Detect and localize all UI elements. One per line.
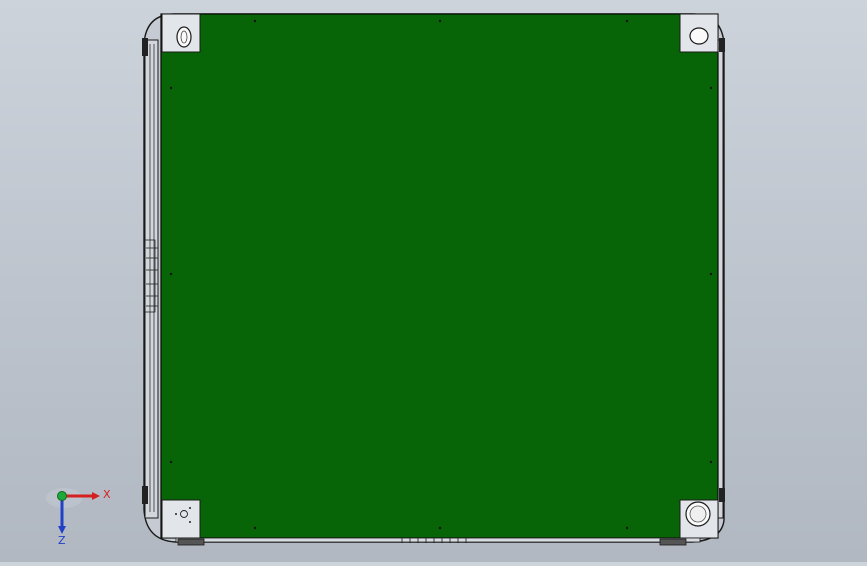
bottom-connector-strip [175, 537, 701, 546]
z-axis-label: Z [58, 534, 66, 547]
x-axis-arrowhead [92, 492, 100, 500]
cad-viewport[interactable] [0, 0, 867, 562]
y-axis-dot [57, 491, 67, 501]
corner-bracket-top-left [161, 13, 201, 53]
left-clip-bottom [142, 486, 148, 504]
left-clip-top [142, 38, 148, 56]
corner-bracket-bottom-right [679, 499, 719, 539]
z-axis-arrowhead [58, 526, 66, 534]
reference-triad[interactable]: X Y Z [40, 478, 120, 548]
corner-bracket-top-right [679, 13, 719, 53]
x-axis-label: X [103, 488, 111, 501]
model-view[interactable] [0, 0, 867, 562]
right-clip-top [719, 38, 725, 52]
right-clip-bottom [719, 488, 725, 502]
green-board [160, 13, 719, 539]
left-rail [144, 39, 159, 519]
corner-bracket-bottom-left [161, 499, 201, 539]
